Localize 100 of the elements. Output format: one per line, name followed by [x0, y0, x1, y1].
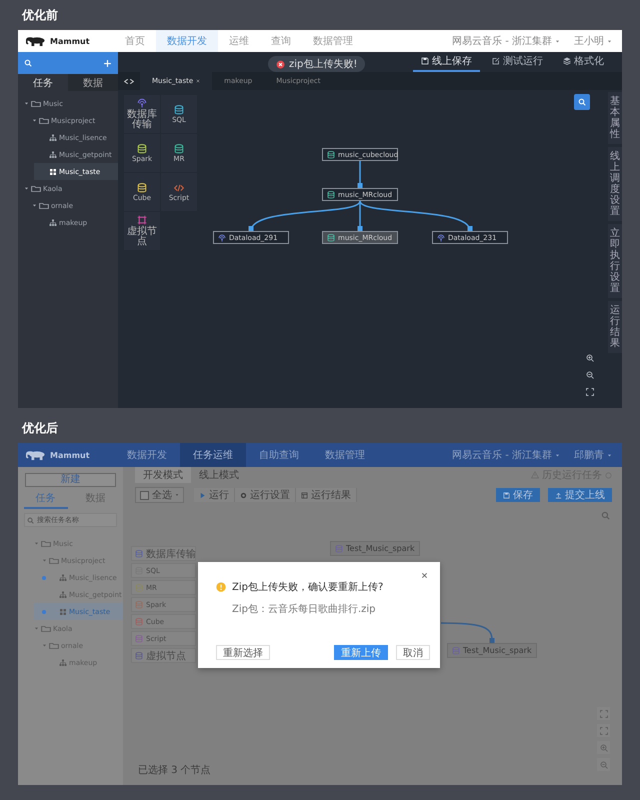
hierarchy-icon: [59, 590, 67, 598]
side-panel-tab[interactable]: 立即执行设置: [608, 224, 622, 298]
database-icon: [174, 104, 184, 114]
layers-icon: [563, 57, 571, 65]
plus-icon[interactable]: [103, 58, 112, 68]
node-type-item[interactable]: 虚拟节点: [131, 648, 196, 663]
save-icon: [421, 57, 429, 65]
toolbar-button[interactable]: 格式化: [555, 52, 612, 72]
action-button[interactable]: 提交上线: [548, 488, 612, 502]
mode-tab[interactable]: 开发模式: [135, 467, 191, 483]
database-icon: [174, 144, 184, 154]
select-all-dropdown[interactable]: 全选: [135, 487, 184, 503]
nav-item[interactable]: 数据管理: [312, 443, 378, 467]
chevrons-icon[interactable]: [124, 78, 134, 84]
database-icon: [135, 634, 143, 642]
caret-down-icon[interactable]: [32, 203, 37, 208]
mode-tab[interactable]: 线上模式: [191, 467, 247, 483]
nav-item[interactable]: 运维: [218, 30, 260, 52]
database-icon: [335, 544, 343, 552]
play-icon: [199, 492, 206, 498]
side-panel-tab[interactable]: 线上调度设置: [608, 147, 622, 221]
select-all-label[interactable]: 全选: [152, 488, 172, 502]
node-type-item[interactable]: 数据库传输: [124, 95, 160, 133]
database-icon: [135, 652, 143, 660]
broadcast-icon: [437, 234, 445, 242]
edit-icon: [492, 57, 500, 65]
section-title: 优化前: [20, 6, 59, 24]
dialog-button[interactable]: 重新选择: [216, 645, 270, 660]
selection-count: 已选择 3 个节点: [138, 764, 211, 777]
logo-text: Mammut: [50, 450, 90, 460]
dialog-button[interactable]: 取消: [396, 645, 430, 660]
close-icon[interactable]: [421, 572, 428, 579]
caret-down-icon[interactable]: [24, 186, 29, 191]
node-type-item[interactable]: 数据库传输: [131, 546, 196, 561]
nav-item[interactable]: 数据管理: [302, 30, 364, 52]
node-label: Test_Music_spark: [463, 646, 532, 655]
dialog-detail: Zip包：云音乐每日歌曲排行.zip: [232, 602, 377, 616]
user-menu[interactable]: 邱鹏青: [574, 448, 604, 462]
action-button[interactable]: 保存: [496, 488, 540, 502]
user-menu[interactable]: 王小明: [574, 34, 604, 48]
nav-item[interactable]: 数据开发: [114, 443, 180, 467]
nav-item[interactable]: 自助查询: [246, 443, 312, 467]
side-panel-tab[interactable]: 运行结果: [608, 301, 622, 353]
database-icon: [327, 150, 335, 158]
caret-down-icon[interactable]: [24, 101, 29, 106]
toolbar-button[interactable]: 运行设置: [235, 488, 296, 502]
graph-node[interactable]: Test_Music_spark: [330, 541, 420, 556]
nav-item[interactable]: 查询: [260, 30, 302, 52]
search-icon: [578, 98, 586, 106]
dialog-button[interactable]: 重新上传: [334, 645, 388, 660]
logo-text: Mammut: [50, 36, 90, 46]
database-icon: [452, 646, 460, 654]
toast-message: zip包上传失败!: [289, 58, 358, 71]
toolbar-button[interactable]: 运行结果: [296, 488, 357, 502]
caret-down-icon[interactable]: [607, 452, 612, 458]
hierarchy-icon: [49, 134, 57, 142]
caret-down-icon[interactable]: [555, 38, 560, 44]
cluster-selector[interactable]: 网易云音乐 - 浙江集群: [452, 34, 552, 48]
search-icon: [27, 517, 34, 524]
cluster-selector[interactable]: 网易云音乐 - 浙江集群: [452, 448, 552, 462]
caret-down-icon[interactable]: [607, 38, 612, 44]
nav-item[interactable]: 首页: [114, 30, 156, 52]
database-icon: [137, 182, 147, 192]
sidebar-tab[interactable]: 任务: [24, 489, 68, 509]
grid-icon: [49, 168, 57, 176]
database-icon: [135, 550, 143, 558]
settings-icon: [240, 492, 247, 498]
dialog-message: Zip包上传失败，确认要重新上传?: [232, 580, 384, 594]
caret-down-icon[interactable]: [32, 118, 37, 123]
graph-node[interactable]: Test_Music_spark: [447, 643, 537, 658]
database-icon: [135, 618, 143, 626]
hierarchy-icon: [49, 218, 57, 226]
grid-icon: [59, 608, 67, 616]
code-icon: [174, 182, 184, 192]
search-icon[interactable]: [601, 511, 610, 520]
caret-down-icon[interactable]: [555, 452, 560, 458]
node-label: Test_Music_spark: [346, 544, 415, 553]
caret-down-icon[interactable]: [175, 493, 179, 497]
database-icon: [135, 600, 143, 608]
hierarchy-icon: [59, 658, 67, 666]
side-panel-tab[interactable]: 基本属性: [608, 92, 622, 144]
logo-icon: [26, 34, 46, 48]
close-icon[interactable]: [196, 79, 200, 83]
error-icon: [276, 60, 285, 68]
toolbar-button[interactable]: 运行: [194, 488, 235, 502]
node-type-item[interactable]: 虚拟节点: [124, 212, 160, 250]
nav-item[interactable]: 任务运维: [180, 443, 246, 467]
new-button[interactable]: 新建: [25, 473, 116, 487]
section-title: 优化后: [20, 420, 59, 437]
database-icon: [327, 234, 335, 242]
upload-icon: [555, 492, 562, 498]
broadcast-icon: [218, 234, 226, 242]
database-icon: [327, 190, 335, 198]
checkbox[interactable]: [140, 490, 149, 500]
toolbar-button[interactable]: 测试运行: [484, 52, 551, 72]
database-icon: [137, 144, 147, 154]
database-icon: [135, 584, 143, 592]
sidebar-tab[interactable]: 数据: [68, 74, 118, 91]
nav-item[interactable]: 数据开发: [156, 30, 218, 52]
search-button[interactable]: [574, 94, 590, 110]
